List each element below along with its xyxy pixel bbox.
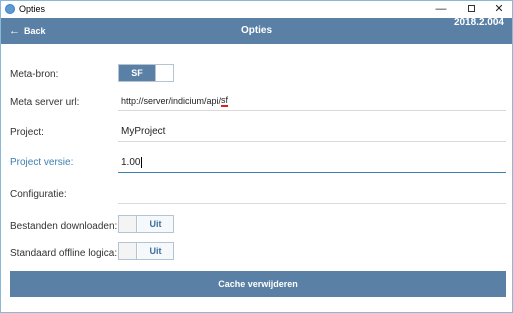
back-button-label: Back	[24, 26, 46, 36]
project-input[interactable]: MyProject	[118, 122, 506, 142]
cache-verwijderen-button[interactable]: Cache verwijderen	[10, 271, 506, 297]
toggle-knob	[155, 65, 173, 81]
bestanden-downloaden-label: Bestanden downloaden:	[10, 221, 118, 232]
project-label: Project:	[10, 127, 44, 138]
bestanden-downloaden-toggle-value: Uit	[138, 216, 173, 232]
text-caret	[141, 157, 143, 168]
project-versie-label: Project versie:	[10, 157, 74, 168]
configuratie-input[interactable]	[118, 184, 506, 204]
back-arrow-icon: ←	[9, 25, 20, 37]
page-title: Opties	[240, 25, 273, 36]
toggle-knob	[119, 243, 137, 259]
meta-server-url-input[interactable]: http://server/indicium/api/sf	[118, 91, 506, 111]
close-button[interactable]: ✕	[485, 1, 513, 18]
minimize-button[interactable]: —	[427, 1, 455, 18]
meta-server-url-value-prefix: http://server/indicium/api/	[121, 95, 222, 106]
toggle-knob	[119, 216, 137, 232]
meta-bron-toggle-value: SF	[119, 65, 155, 81]
project-versie-value: 1.00	[121, 157, 141, 168]
app-window: Opties — ✕ Opties ← Back 2018.2.004 Meta…	[0, 0, 513, 313]
app-logo-icon	[5, 4, 15, 14]
project-versie-input[interactable]: 1.00	[118, 153, 506, 173]
meta-server-url-label: Meta server url:	[10, 97, 80, 108]
window-title: Opties	[19, 4, 46, 14]
bestanden-downloaden-toggle[interactable]: Uit	[118, 215, 174, 233]
standaard-offline-logica-label: Standaard offline logica:	[10, 248, 118, 259]
project-value: MyProject	[121, 126, 166, 137]
version-label: 2018.2.004	[453, 17, 504, 28]
window-titlebar: Opties — ✕	[1, 1, 512, 18]
back-button[interactable]: ← Back	[9, 18, 46, 44]
meta-bron-toggle[interactable]: SF	[118, 64, 174, 82]
configuratie-label: Configuratie:	[10, 189, 67, 200]
meta-bron-label: Meta-bron:	[10, 69, 59, 80]
meta-server-url-value-suffix: sf	[221, 94, 229, 107]
standaard-offline-logica-toggle[interactable]: Uit	[118, 242, 174, 260]
maximize-icon	[467, 4, 475, 12]
standaard-offline-logica-toggle-value: Uit	[138, 243, 173, 259]
maximize-button[interactable]	[457, 1, 485, 18]
app-header: Opties ← Back 2018.2.004	[1, 17, 512, 44]
